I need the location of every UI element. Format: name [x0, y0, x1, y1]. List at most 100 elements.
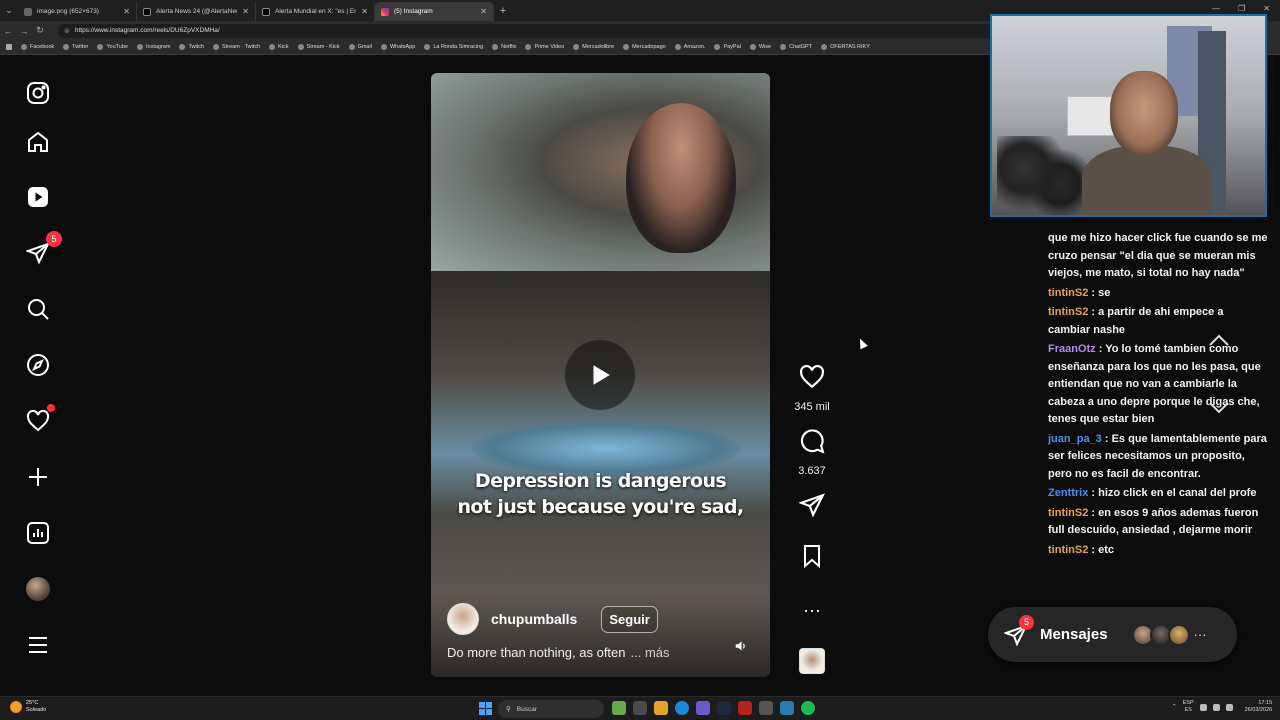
bookmark-item[interactable]: La Ronda Simracing [424, 44, 483, 50]
notifications-icon[interactable] [24, 404, 55, 435]
chat-username[interactable]: juan_pa_3 [1048, 433, 1102, 445]
app-icon[interactable] [738, 701, 752, 715]
battery-icon[interactable] [1225, 703, 1233, 711]
instagram-logo-icon[interactable] [24, 79, 52, 107]
reload-icon[interactable]: ↻ [32, 25, 48, 36]
play-button[interactable] [565, 340, 635, 410]
bookmark-label: Wise [758, 44, 772, 50]
bookmark-item[interactable]: Wise [749, 44, 772, 50]
file-explorer-icon[interactable] [654, 701, 668, 715]
task-view-icon[interactable] [633, 701, 647, 715]
bookmark-item[interactable]: YouTube [97, 44, 128, 50]
comment-icon[interactable] [799, 428, 825, 459]
network-icon[interactable] [1199, 703, 1207, 711]
site-info-icon[interactable]: ⊜ [64, 27, 70, 35]
chevron-down-icon[interactable] [1204, 396, 1234, 420]
close-icon[interactable]: ✕ [242, 7, 249, 16]
volume-icon[interactable] [1212, 703, 1220, 711]
reels-icon[interactable] [24, 183, 52, 211]
more-options-icon[interactable]: ··· [788, 600, 836, 621]
bookmark-item[interactable]: ChatGPT [780, 44, 812, 50]
clock[interactable]: 17:15 26/03/2026 [1245, 700, 1273, 714]
forward-icon[interactable]: → [16, 26, 32, 36]
profile-avatar[interactable] [24, 575, 52, 603]
language-indicator[interactable]: ESP ES [1183, 700, 1194, 714]
bookmark-item[interactable]: OFERTAS RIKY [821, 44, 870, 50]
bookmark-item[interactable]: Mercadolibre [573, 44, 614, 50]
more-link[interactable]: ... más [631, 645, 670, 660]
more-icon[interactable]: ··· [1194, 627, 1207, 642]
browser-tab-active[interactable]: (5) Instagram ✕ [375, 2, 494, 21]
bookmark-item[interactable]: PayPal [714, 44, 741, 50]
tab-search-icon[interactable]: ⌄ [0, 0, 18, 21]
notification-dot [47, 404, 55, 412]
explore-icon[interactable] [24, 351, 52, 379]
chat-username[interactable]: tintinS2 [1048, 287, 1088, 299]
new-tab-button[interactable]: + [494, 5, 512, 17]
weather-widget[interactable]: 25°C Soleado [10, 700, 46, 714]
chat-separator: : [1088, 286, 1099, 299]
chat-username[interactable]: tintinS2 [1048, 507, 1088, 519]
close-icon[interactable]: ✕ [361, 7, 368, 16]
create-icon[interactable] [24, 463, 52, 491]
bookmark-item[interactable]: Stream - Twitch [213, 44, 260, 50]
bookmark-item[interactable]: Stream - Kick [297, 44, 340, 50]
chat-username[interactable]: Zenttrix [1048, 487, 1088, 499]
search-icon[interactable] [24, 295, 52, 323]
menu-icon[interactable] [24, 631, 52, 659]
steam-icon[interactable] [717, 701, 731, 715]
spotify-icon[interactable] [801, 701, 815, 715]
taskbar-search[interactable]: ⚲ Buscar [498, 700, 604, 718]
bookmark-item[interactable]: Gmail [348, 44, 372, 50]
bookmark-item[interactable]: Instagram [136, 44, 170, 50]
webcam-overlay [990, 14, 1267, 217]
browser-tab[interactable]: Alerta News 24 (@AlertaNews24) / X ✕ [137, 2, 256, 21]
send-icon: 5 [1003, 614, 1034, 647]
chevron-up-icon[interactable] [1204, 328, 1234, 352]
bookmark-item[interactable]: Prime Video [525, 44, 564, 50]
follow-button[interactable]: Seguir [601, 605, 658, 633]
home-icon[interactable] [24, 128, 52, 156]
chevron-up-icon[interactable]: ⌃ [1172, 704, 1177, 710]
windows-start-icon[interactable] [479, 702, 492, 715]
discord-icon[interactable] [696, 701, 710, 715]
author-avatar[interactable] [447, 603, 479, 635]
maximize-icon[interactable]: ❐ [1238, 4, 1245, 13]
app-icon[interactable] [759, 701, 773, 715]
bookmark-item[interactable]: Mercadopago [623, 44, 666, 50]
audio-thumbnail[interactable] [788, 648, 836, 674]
bookmark-item[interactable]: Netflix [492, 44, 516, 50]
dashboard-icon[interactable] [24, 519, 52, 547]
messages-icon[interactable]: 5 [24, 231, 62, 267]
edge-icon[interactable] [675, 701, 689, 715]
chat-username[interactable]: tintinS2 [1048, 544, 1088, 556]
heart-icon[interactable] [799, 364, 825, 395]
browser-tab[interactable]: image.png (652×673) ✕ [18, 2, 137, 21]
volume-icon[interactable] [734, 639, 748, 658]
author-username[interactable]: chupumballs [491, 611, 577, 627]
close-window-icon[interactable]: ✕ [1263, 4, 1270, 13]
close-icon[interactable]: ✕ [123, 7, 130, 16]
reel-video[interactable]: Depression is dangerous not just because… [431, 73, 770, 677]
chat-username[interactable]: tintinS2 [1048, 306, 1088, 318]
browser-icon[interactable] [780, 701, 794, 715]
game-app-icon[interactable] [612, 701, 626, 715]
chat-username[interactable]: FraanOtz [1048, 343, 1096, 355]
browser-tab[interactable]: Alerta Mundial en X: "es | En una: ✕ [256, 2, 375, 21]
bookmark-item[interactable]: Twitter [63, 44, 88, 50]
save-icon[interactable] [788, 544, 836, 568]
apps-grid-icon[interactable] [6, 44, 12, 50]
bookmark-item[interactable]: Kick [269, 44, 289, 50]
bookmark-item[interactable]: Twitch [179, 44, 204, 50]
bookmark-label: Stream - Twitch [222, 44, 261, 50]
share-icon[interactable] [788, 492, 836, 518]
bookmark-item[interactable]: Amazon. [674, 44, 705, 50]
bookmark-item[interactable]: WhatsApp [380, 44, 415, 50]
close-icon[interactable]: ✕ [480, 7, 487, 16]
messages-pill[interactable]: 5 Mensajes ··· [988, 607, 1237, 662]
bookmark-icon [213, 44, 220, 50]
bookmark-icon [348, 44, 355, 50]
bookmark-item[interactable]: Facebook [21, 44, 54, 50]
minimize-icon[interactable]: — [1212, 4, 1220, 13]
back-icon[interactable]: ← [0, 26, 16, 36]
